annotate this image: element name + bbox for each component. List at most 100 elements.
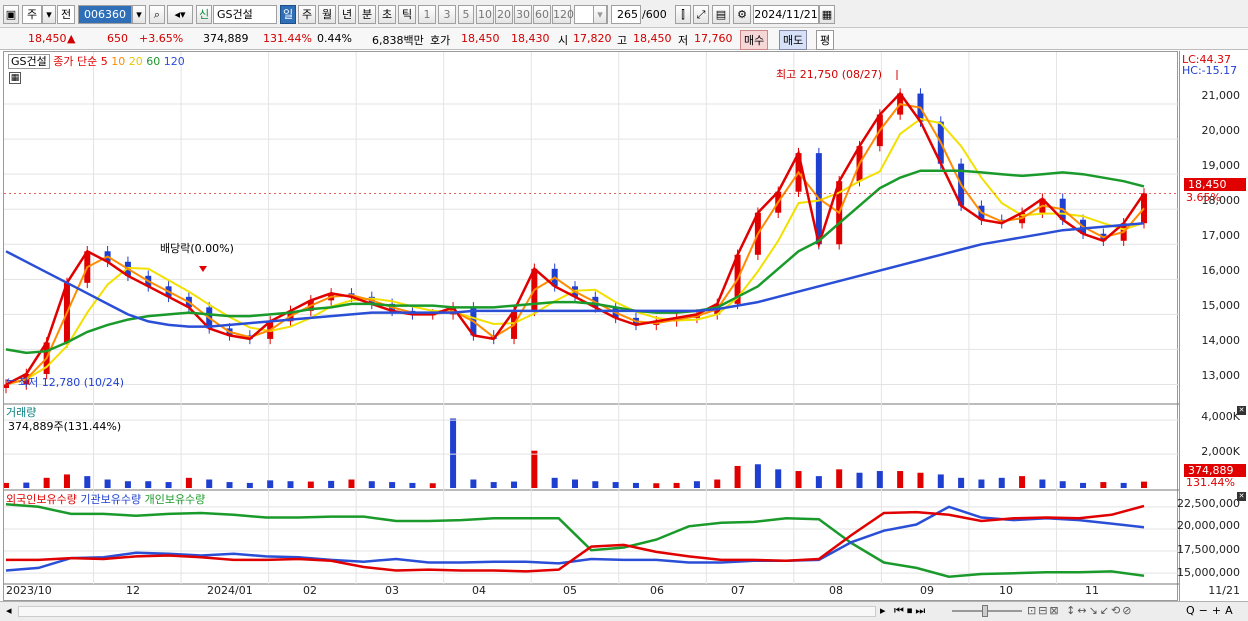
volume-bar	[998, 477, 1005, 488]
quote-bar: 18,450 ▲ 650 +3.65% 374,889 131.44% 0.44…	[0, 28, 1248, 50]
low-arrow-icon: ←	[6, 374, 16, 387]
chart-canvas[interactable]	[4, 52, 1179, 602]
playback-controls-icon[interactable]: ⏮⏹⏭	[894, 604, 928, 618]
interval-120[interactable]: 120	[552, 5, 574, 24]
interval-dropdown-icon[interactable]: ▾	[593, 5, 607, 24]
market-dropdown-icon[interactable]: ▾	[42, 5, 56, 24]
chart-tools-icon[interactable]: ⊡⊟⊠ ↕↔↘↙⟲⊘	[1027, 604, 1133, 617]
volume-bar	[612, 482, 619, 488]
ma120-line	[5, 221, 1145, 328]
code-dropdown-icon[interactable]: ▾	[132, 5, 146, 24]
period-month[interactable]: 월	[318, 5, 336, 24]
zoom-controls-icon[interactable]: Q−+A	[1186, 604, 1237, 617]
interval-5[interactable]: 5	[458, 5, 474, 24]
search-icon[interactable]: ⌕	[149, 5, 165, 24]
avg-button[interactable]: 평	[816, 30, 835, 50]
volume-bar	[1141, 481, 1147, 488]
volume-bar	[815, 476, 822, 488]
volume-value: 374,889주(131.44%)	[8, 420, 122, 433]
stock-name-field[interactable]: GS건설	[213, 5, 277, 24]
current-price-tag: 18,450	[1184, 178, 1246, 191]
gear-icon[interactable]: ⚙	[733, 5, 751, 24]
x-label: 06	[650, 584, 664, 597]
interval-1[interactable]: 1	[418, 5, 436, 24]
window-menu-icon[interactable]: ▣	[3, 5, 19, 24]
ma120-legend: 120	[163, 55, 185, 68]
volume-bar	[754, 464, 761, 488]
price-change: 650	[107, 32, 128, 45]
x-label: 02	[303, 584, 317, 597]
save-icon[interactable]: ▤	[712, 5, 730, 24]
interval-3[interactable]: 3	[438, 5, 456, 24]
volume-bar	[145, 481, 152, 488]
date-input[interactable]: 2024/11/21	[753, 5, 819, 24]
volume-ratio: 131.44%	[263, 32, 312, 45]
market-select[interactable]: 주	[22, 5, 42, 24]
volume-tick: 2,000K	[1201, 445, 1240, 458]
volume-bar	[592, 481, 599, 488]
sound-icon[interactable]: ◂▾	[167, 5, 193, 24]
volume-bar	[673, 482, 680, 488]
period-second[interactable]: 초	[378, 5, 396, 24]
low-price: 17,760	[694, 32, 733, 45]
price-tick: 13,000	[1201, 369, 1241, 382]
period-tick[interactable]: 틱	[398, 5, 416, 24]
period-minute[interactable]: 분	[358, 5, 376, 24]
chart-panel[interactable]	[3, 51, 1179, 602]
holding-tick: 22,500,000	[1177, 497, 1240, 510]
low-annotation: 최저 12,780 (10/24)	[18, 376, 125, 389]
calendar-icon[interactable]: ▦	[819, 5, 835, 24]
scroll-left-icon[interactable]: ◂	[6, 604, 12, 617]
stock-name-legend: GS건설	[8, 54, 50, 69]
x-label: 07	[731, 584, 745, 597]
draw-tool-icon[interactable]: ⤢	[693, 5, 709, 24]
prev-button[interactable]: 전	[57, 5, 75, 24]
interval-30[interactable]: 30	[514, 5, 532, 24]
high-label: 고	[617, 34, 628, 47]
period-week[interactable]: 주	[298, 5, 316, 24]
volume-bar	[368, 481, 375, 488]
date-end-label: 11/21	[1208, 584, 1240, 597]
close-icon[interactable]: ✕	[1237, 492, 1246, 501]
price-legend: GS건설 종가 단순 5 10 20 60 120	[8, 53, 185, 69]
stock-code-input[interactable]: 006360	[78, 5, 132, 24]
price-tick: 17,000	[1201, 229, 1241, 242]
candle-type-icon[interactable]: ⫿	[675, 5, 691, 24]
ma20-legend: 20	[128, 55, 143, 68]
personal-legend: 개인보유수량	[144, 493, 206, 506]
close-icon[interactable]: ✕	[1237, 406, 1246, 415]
horizontal-scrollbar[interactable]	[18, 606, 876, 617]
count-input[interactable]: 265	[611, 5, 641, 24]
interval-20[interactable]: 20	[495, 5, 513, 24]
price-change-pct: +3.65%	[139, 32, 184, 45]
volume-bar	[389, 482, 396, 488]
scroll-right-icon[interactable]: ▸	[880, 604, 886, 617]
new-badge[interactable]: 신	[196, 5, 212, 24]
period-day[interactable]: 일	[280, 5, 296, 24]
volume-bar	[632, 482, 639, 488]
volume-bar	[511, 481, 518, 488]
volume-bar	[104, 479, 111, 488]
zoom-slider-handle[interactable]	[982, 605, 988, 617]
foreign-legend: 외국인보유수량	[6, 493, 77, 506]
table-icon[interactable]: ▦	[9, 72, 21, 84]
interval-60[interactable]: 60	[533, 5, 551, 24]
volume-bar	[876, 471, 883, 488]
period-year[interactable]: 년	[338, 5, 356, 24]
x-label: 2023/10	[6, 584, 52, 597]
x-label: 04	[472, 584, 486, 597]
current-price: 18,450	[28, 32, 67, 45]
buy-button[interactable]: 매수	[740, 30, 769, 50]
holding-legend: 외국인보유수량 기관보유수량 개인보유수량	[6, 491, 205, 507]
volume-bar	[1120, 482, 1127, 488]
price-scale: LC:44.37 HC:-15.17 21,000 20,000 19,000 …	[1177, 51, 1248, 601]
volume-bar	[917, 472, 924, 488]
x-label: 09	[920, 584, 934, 597]
interval-10[interactable]: 10	[476, 5, 494, 24]
sell-button[interactable]: 매도	[779, 30, 808, 50]
volume-bar	[836, 469, 843, 488]
volume-bar	[429, 483, 436, 488]
volume: 374,889	[203, 32, 249, 45]
volume-bar	[206, 479, 213, 488]
high-annotation: 최고 21,750 (08/27)	[776, 68, 883, 81]
